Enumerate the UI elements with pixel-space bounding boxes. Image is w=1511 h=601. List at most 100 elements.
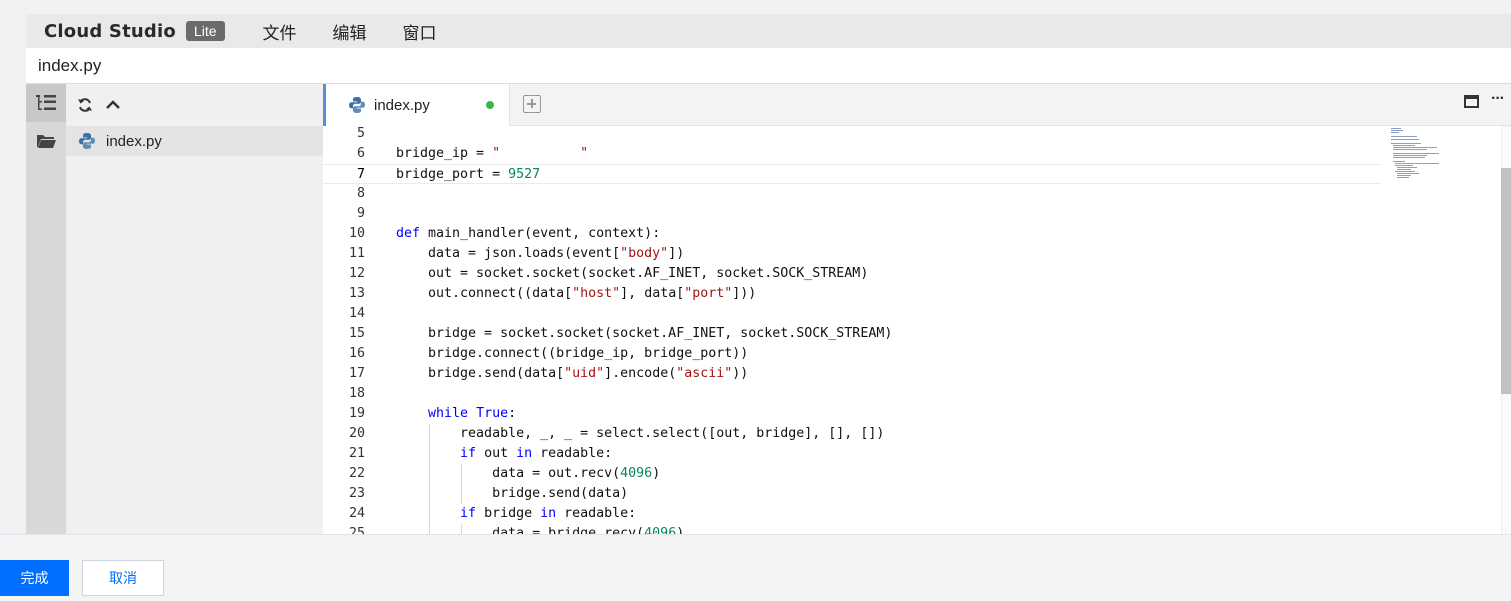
code-text: while True: [428,406,517,421]
collapse-up-icon[interactable] [105,97,121,113]
line-number: 9 [356,206,365,221]
maximize-icon[interactable] [1464,95,1479,108]
line-number: 7 [356,167,365,182]
line-number: 18 [348,386,365,401]
code-line[interactable]: 23 bridge.send(data) [323,484,1381,504]
brand-title: Cloud Studio [44,20,176,42]
code-line[interactable]: 19 while True: [323,404,1381,424]
filename-label: index.py [38,55,102,75]
code-text: data = bridge.recv(4096) [396,526,685,534]
file-item-index-py[interactable]: index.py [66,126,323,156]
code-line[interactable]: 6 bridge_ip = " " [323,144,1381,164]
code-text: bridge.connect((bridge_ip, bridge_port)) [396,346,749,361]
code-text: data = json.loads(event["body"]) [396,246,685,261]
line-number: 13 [348,286,365,301]
code-line[interactable]: 16 bridge.connect((bridge_ip, bridge_por… [323,344,1381,364]
code-editor: index.py ··· 5 6 bridge_ip = " " 7 bridge_po… [323,84,1511,534]
line-number: 19 [348,406,365,421]
filename-bar: index.py [26,48,1511,84]
new-tab-icon[interactable] [523,95,541,113]
code-line[interactable]: 7 bridge_port = 9527 [323,164,1381,184]
line-number: 10 [348,226,365,241]
line-number: 22 [348,466,365,481]
explorer-tree-button[interactable] [26,84,66,122]
code-line[interactable]: 24 if bridge in readable: [323,504,1381,524]
code-text: out = socket.socket(socket.AF_INET, sock… [396,266,869,281]
line-number: 14 [348,306,365,321]
code-line[interactable]: 12 out = socket.socket(socket.AF_INET, s… [323,264,1381,284]
code-line[interactable]: 18 [323,384,1381,404]
code-text: if bridge in readable: [460,506,637,521]
code-text: bridge_ip = " " [396,146,589,161]
file-explorer: index.py [66,84,323,534]
explorer-toolbar [66,84,323,126]
indent-guide [461,464,462,484]
code-line[interactable]: 15 bridge = socket.socket(socket.AF_INET… [323,324,1381,344]
line-number: 8 [356,186,365,201]
code-text: bridge_port = 9527 [396,167,541,182]
code-text: data = out.recv(4096) [396,466,661,481]
code-text: def main_handler(event, context): [396,226,661,241]
code-line[interactable]: 21 if out in readable: [323,444,1381,464]
code-line[interactable]: 10 def main_handler(event, context): [323,224,1381,244]
code-text: out.connect((data["host"], data["port"])… [396,286,757,301]
vertical-scrollbar-thumb[interactable] [1501,168,1511,394]
editor-tabbar: index.py ··· [323,84,1511,126]
indent-guide [429,524,430,534]
code-line[interactable]: 20 readable, _, _ = select.select([out, … [323,424,1381,444]
line-number: 23 [348,486,365,501]
tab-index-py[interactable]: index.py [323,84,510,126]
code-line[interactable]: 17 bridge.send(data["uid"].encode("ascii… [323,364,1381,384]
code-line[interactable]: 25 data = bridge.recv(4096) [323,524,1381,534]
code-text: readable, _, _ = select.select([out, bri… [396,426,885,441]
indent-guide [429,464,430,484]
menu-edit[interactable]: 编辑 [333,19,367,44]
minimap[interactable] [1381,126,1501,186]
line-number: 21 [348,446,365,461]
python-icon [349,97,365,113]
line-number: 12 [348,266,365,281]
code-line[interactable]: 22 data = out.recv(4096) [323,464,1381,484]
code-line[interactable]: 11 data = json.loads(event["body"]) [323,244,1381,264]
indent-guide [429,484,430,504]
unsaved-dot-icon [486,101,494,109]
code-line[interactable]: 5 [323,126,1381,144]
line-number: 6 [356,146,365,161]
code-text: bridge = socket.socket(socket.AF_INET, s… [396,326,893,341]
cloud-studio-window: Cloud Studio Lite 文件 编辑 窗口 index.py inde… [0,0,1511,601]
tab-label: index.py [374,96,430,114]
activity-bar [26,84,66,534]
line-number: 20 [348,426,365,441]
folder-icon [37,135,56,148]
line-number: 16 [348,346,365,361]
code-line[interactable]: 9 [323,204,1381,224]
code-line[interactable]: 8 [323,184,1381,204]
indent-guide [461,524,462,534]
code-line[interactable]: 14 [323,304,1381,324]
line-number: 15 [348,326,365,341]
indent-guide [429,444,430,464]
confirm-button[interactable]: 完成 [0,560,69,596]
menu-file[interactable]: 文件 [263,19,297,44]
python-icon [79,133,95,149]
indent-guide [461,484,462,504]
line-number: 11 [348,246,365,261]
folder-button[interactable] [26,122,66,160]
lite-badge: Lite [185,21,225,41]
code-text: bridge.send(data["uid"].encode("ascii")) [396,366,749,381]
line-number: 5 [356,126,365,141]
indent-guide [429,504,430,524]
menu-window[interactable]: 窗口 [403,19,437,44]
file-item-label: index.py [106,132,162,150]
line-number: 24 [348,506,365,521]
code-text: bridge.send(data) [396,486,629,501]
cancel-button[interactable]: 取消 [82,560,164,596]
refresh-icon[interactable] [77,97,93,113]
line-number: 17 [348,366,365,381]
code-area[interactable]: 5 6 bridge_ip = " " 7 bridge_port = 9527 8 9 10… [323,126,1501,534]
dialog-footer: 完成 取消 [0,534,1511,601]
more-icon[interactable]: ··· [1491,90,1505,108]
code-line[interactable]: 13 out.connect((data["host"], data["port… [323,284,1381,304]
indent-guide [429,424,430,444]
explorer-tree-icon [36,95,56,110]
